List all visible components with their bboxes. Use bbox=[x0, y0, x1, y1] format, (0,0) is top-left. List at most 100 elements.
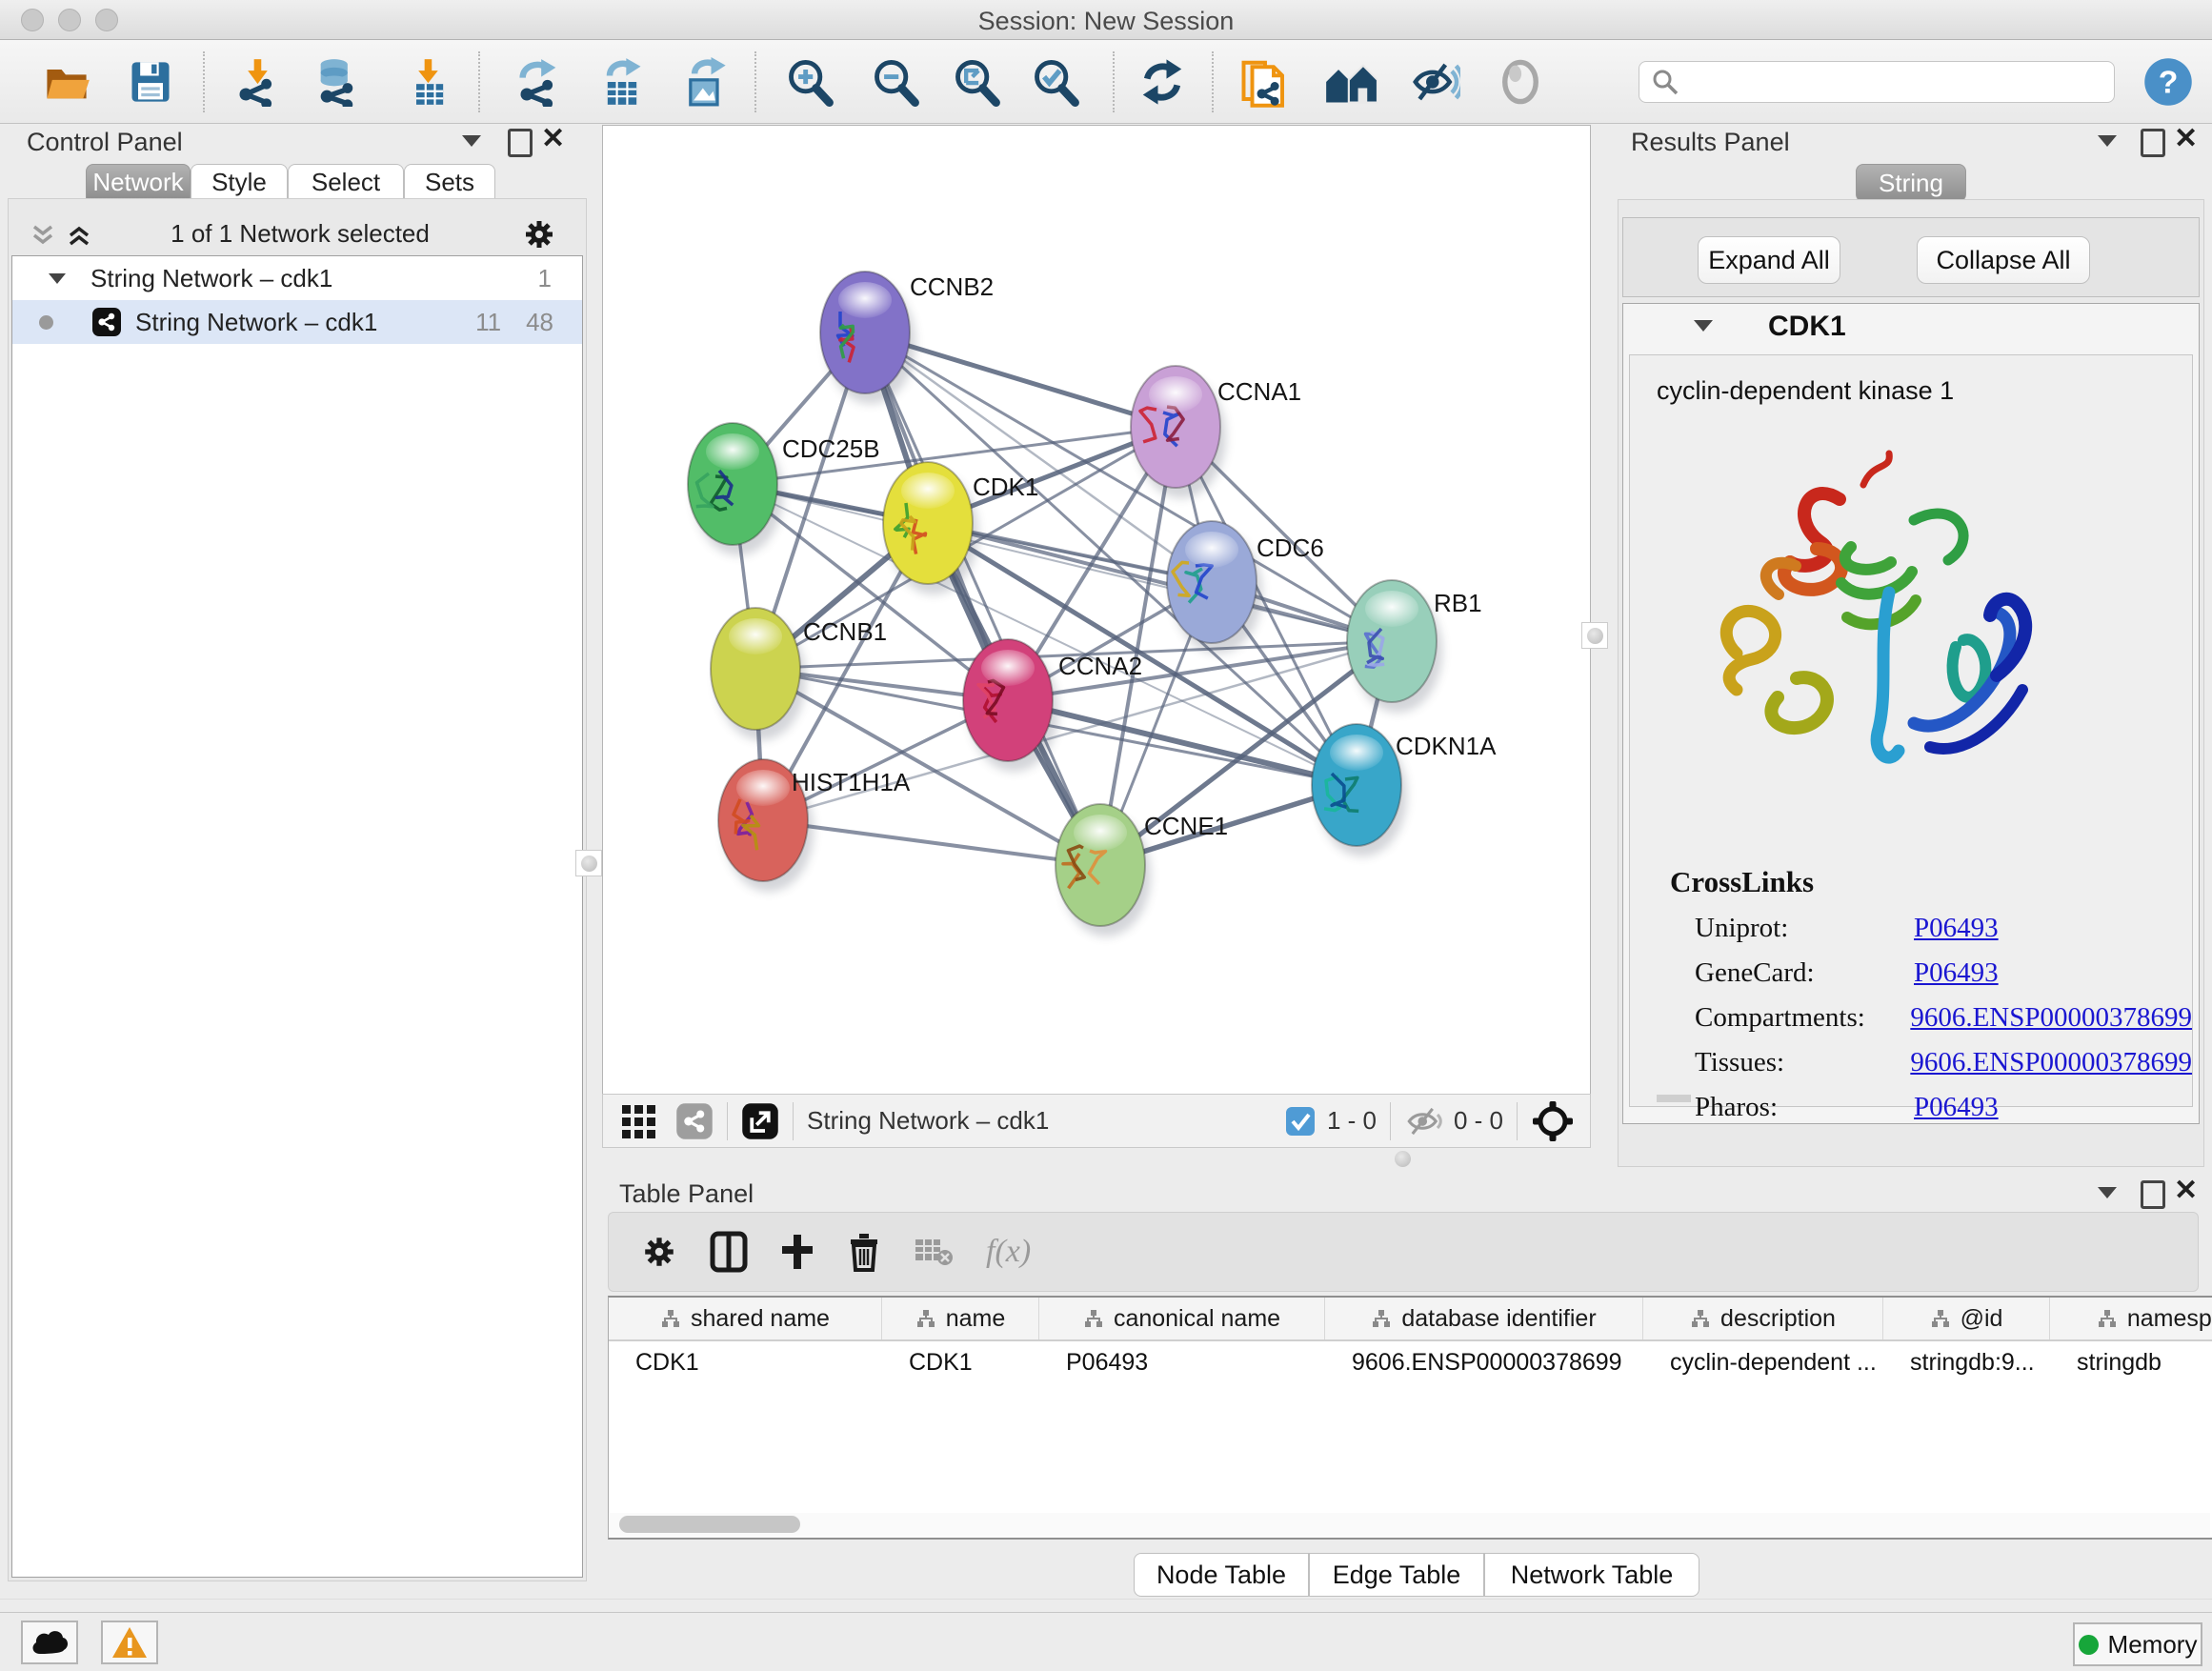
network-edge[interactable] bbox=[763, 820, 1100, 865]
add-column-icon[interactable] bbox=[780, 1233, 814, 1271]
network-node-ccnb2[interactable]: CCNB2 bbox=[820, 272, 994, 404]
open-in-new-window-icon[interactable] bbox=[741, 1102, 779, 1140]
crosslink-link[interactable]: P06493 bbox=[1914, 913, 1999, 944]
search-input[interactable] bbox=[1689, 67, 2114, 98]
expand-all-networks-icon[interactable] bbox=[65, 221, 93, 250]
network-node-rb1[interactable]: RB1 bbox=[1347, 580, 1482, 713]
table-horizontal-scrollbar[interactable] bbox=[610, 1513, 2210, 1536]
network-node-ccnb1[interactable]: CCNB1 bbox=[711, 608, 887, 740]
tab-network-table[interactable]: Network Table bbox=[1484, 1553, 1699, 1597]
save-session-icon[interactable] bbox=[124, 55, 177, 109]
cloud-status-button[interactable] bbox=[21, 1621, 78, 1664]
open-session-icon[interactable] bbox=[40, 55, 93, 109]
zoom-selected-icon[interactable] bbox=[1029, 55, 1082, 109]
column-header-database-identifier[interactable]: database identifier bbox=[1325, 1298, 1643, 1339]
delete-column-trash-icon[interactable] bbox=[847, 1232, 881, 1272]
tab-network[interactable]: Network bbox=[86, 164, 191, 199]
network-list-options-gear-icon[interactable] bbox=[522, 217, 556, 252]
show-columns-icon[interactable] bbox=[710, 1231, 748, 1273]
zoom-fit-icon[interactable] bbox=[950, 55, 1003, 109]
selected-node-edge-count: 1 - 0 bbox=[1327, 1106, 1377, 1136]
network-view-share-icon[interactable] bbox=[675, 1102, 714, 1140]
control-panel-float-icon[interactable] bbox=[508, 129, 533, 157]
results-panel-close-icon[interactable]: ✕ bbox=[2174, 128, 2198, 151]
selected-checkbox-icon[interactable] bbox=[1285, 1106, 1316, 1137]
results-panel-float-icon[interactable] bbox=[2141, 129, 2165, 157]
table-cell[interactable]: stringdb bbox=[2050, 1341, 2212, 1383]
tab-string[interactable]: String bbox=[1856, 164, 1966, 202]
right-splitter-handle[interactable] bbox=[1581, 622, 1608, 649]
table-cell[interactable]: CDK1 bbox=[609, 1341, 882, 1383]
table-cell[interactable]: 9606.ENSP00000378699 bbox=[1325, 1341, 1643, 1383]
crosslink-link[interactable]: 9606.ENSP00000378699 bbox=[1910, 1002, 2192, 1034]
node-table[interactable]: shared namenamecanonical namedatabase id… bbox=[608, 1296, 2212, 1540]
export-network-icon[interactable] bbox=[513, 55, 566, 109]
collection-expand-icon[interactable] bbox=[49, 273, 66, 284]
control-panel-close-icon[interactable]: ✕ bbox=[541, 128, 565, 151]
column-header--id[interactable]: @id bbox=[1883, 1298, 2050, 1339]
network-node-cdkn1a[interactable]: CDKN1A bbox=[1312, 724, 1497, 856]
table-row[interactable]: CDK1CDK1P064939606.ENSP00000378699cyclin… bbox=[609, 1341, 2212, 1383]
network-canvas[interactable]: CCNB2CCNA1CDC25BCDK1CDC6RB1CCNB1CCNA2CDK… bbox=[602, 125, 1591, 1095]
crosslink-link[interactable]: P06493 bbox=[1914, 1092, 1999, 1123]
collapse-all-button[interactable]: Collapse All bbox=[1917, 236, 2090, 284]
results-panel-menu-icon[interactable] bbox=[2098, 135, 2117, 147]
column-header-shared-name[interactable]: shared name bbox=[609, 1298, 882, 1339]
crosslink-link[interactable]: 9606.ENSP00000378699 bbox=[1910, 1047, 2192, 1078]
network-row[interactable]: String Network – cdk1 11 48 bbox=[12, 300, 582, 344]
table-panel-float-icon[interactable] bbox=[2141, 1180, 2165, 1209]
left-splitter-handle[interactable] bbox=[575, 850, 602, 876]
share-document-icon[interactable] bbox=[1238, 55, 1292, 109]
import-network-from-database-icon[interactable] bbox=[311, 55, 364, 109]
refresh-icon[interactable] bbox=[1136, 55, 1189, 109]
network-graph[interactable]: CCNB2CCNA1CDC25BCDK1CDC6RB1CCNB1CCNA2CDK… bbox=[603, 126, 1590, 1094]
tab-sets[interactable]: Sets bbox=[404, 164, 495, 199]
tab-node-table[interactable]: Node Table bbox=[1134, 1553, 1309, 1597]
collapse-all-networks-icon[interactable] bbox=[29, 221, 57, 250]
tab-style[interactable]: Style bbox=[191, 164, 288, 199]
table-cell[interactable]: cyclin-dependent ... bbox=[1643, 1341, 1883, 1383]
network-node-cdc25b[interactable]: CDC25B bbox=[688, 423, 880, 555]
table-panel-close-icon[interactable]: ✕ bbox=[2174, 1179, 2198, 1202]
birdseye-view-icon[interactable] bbox=[1531, 1099, 1575, 1143]
column-header-description[interactable]: description bbox=[1643, 1298, 1883, 1339]
network-name: String Network – cdk1 bbox=[135, 308, 377, 337]
results-scrollbar-stub[interactable] bbox=[1657, 1095, 1691, 1102]
tab-edge-table[interactable]: Edge Table bbox=[1309, 1553, 1484, 1597]
import-table-icon[interactable] bbox=[402, 55, 455, 109]
help-icon[interactable]: ? bbox=[2142, 55, 2195, 109]
crosslink-row: Uniprot:P06493 bbox=[1695, 913, 2192, 944]
tab-select[interactable]: Select bbox=[288, 164, 404, 199]
grid-view-icon[interactable] bbox=[620, 1101, 660, 1141]
zoom-out-icon[interactable] bbox=[869, 55, 922, 109]
table-options-gear-icon[interactable] bbox=[641, 1234, 677, 1270]
table-panel-menu-icon[interactable] bbox=[2098, 1187, 2117, 1198]
memory-button[interactable]: Memory bbox=[2073, 1622, 2202, 1666]
scrollbar-thumb[interactable] bbox=[619, 1516, 800, 1533]
table-cell[interactable]: CDK1 bbox=[882, 1341, 1039, 1383]
network-collection-row[interactable]: String Network – cdk1 1 bbox=[12, 256, 582, 300]
column-header-label: namespace bbox=[2127, 1305, 2212, 1333]
table-cell[interactable]: P06493 bbox=[1039, 1341, 1325, 1383]
network-node-ccne1[interactable]: CCNE1 bbox=[1056, 804, 1228, 936]
crosslink-link[interactable]: P06493 bbox=[1914, 957, 1999, 989]
string-home-icon[interactable] bbox=[1324, 55, 1377, 109]
control-panel-menu-icon[interactable] bbox=[462, 135, 481, 147]
column-header-name[interactable]: name bbox=[882, 1298, 1039, 1339]
warnings-button[interactable] bbox=[101, 1621, 158, 1664]
toolbar-search-field[interactable] bbox=[1639, 61, 2115, 103]
network-node-ccna1[interactable]: CCNA1 bbox=[1131, 366, 1301, 498]
table-cell[interactable]: stringdb:9... bbox=[1883, 1341, 2050, 1383]
network-status-dot bbox=[39, 315, 53, 330]
export-image-icon[interactable] bbox=[678, 55, 732, 109]
gene-section-collapse-icon[interactable] bbox=[1694, 320, 1713, 332]
bottom-splitter-handle[interactable] bbox=[1389, 1147, 1416, 1170]
import-network-icon[interactable] bbox=[231, 55, 285, 109]
zoom-in-icon[interactable] bbox=[783, 55, 836, 109]
column-header-canonical-name[interactable]: canonical name bbox=[1039, 1298, 1325, 1339]
export-table-icon[interactable] bbox=[595, 55, 649, 109]
expand-all-button[interactable]: Expand All bbox=[1698, 236, 1840, 284]
column-header-namespace[interactable]: namespace bbox=[2050, 1298, 2212, 1339]
hide-glass-icon[interactable] bbox=[1408, 55, 1461, 109]
network-node-ccna2[interactable]: CCNA2 bbox=[963, 639, 1142, 772]
